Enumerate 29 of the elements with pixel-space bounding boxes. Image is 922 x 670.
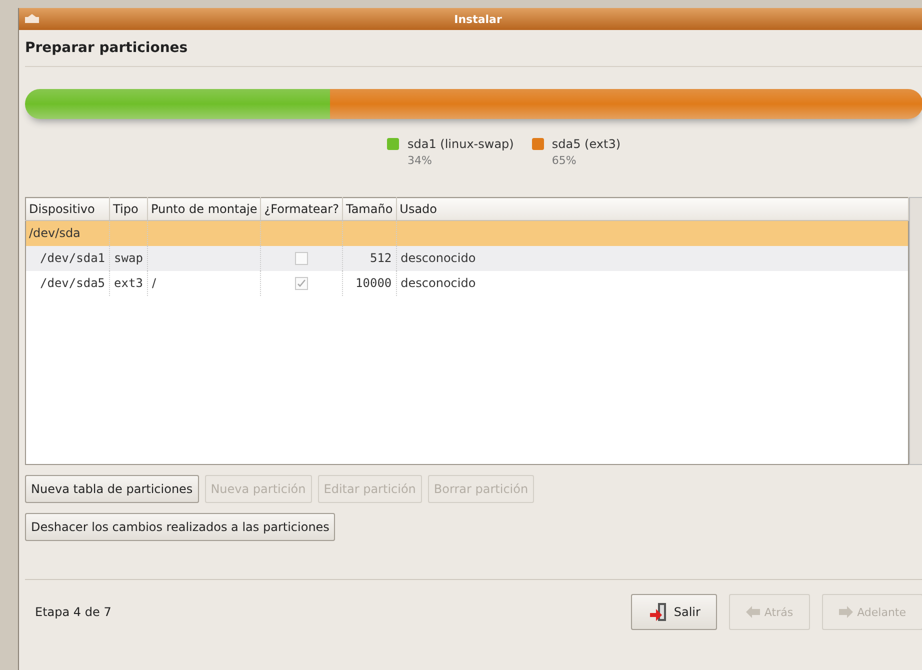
step-indicator: Etapa 4 de 7 xyxy=(35,605,112,619)
table-cell: / xyxy=(147,270,261,296)
column-header[interactable]: Tamaño xyxy=(342,198,396,220)
format-checkbox[interactable] xyxy=(295,252,308,266)
column-header[interactable]: Punto de montaje xyxy=(147,198,261,220)
legend-percent: 34% xyxy=(407,154,433,167)
table-cell: 10000 xyxy=(342,270,396,296)
table-cell: /dev/sda5 xyxy=(26,270,110,296)
legend-label: sda5 (ext3) xyxy=(552,137,621,151)
wizard-button[interactable]: Salir xyxy=(630,594,718,630)
column-header[interactable]: Tipo xyxy=(110,198,148,220)
legend-percent: 65% xyxy=(552,154,578,167)
right-arrow-icon xyxy=(839,606,854,618)
toolbar-button[interactable]: Nueva tabla de particiones xyxy=(25,475,199,503)
table-row[interactable]: /dev/sda5 ext3 / 10000 desconocido xyxy=(26,270,908,296)
window-menu-icon[interactable] xyxy=(25,14,39,24)
table-row[interactable]: /dev/sda1 swap 512 desconocido xyxy=(26,246,908,270)
left-arrow-icon xyxy=(746,606,760,618)
column-header[interactable]: ¿Formatear? xyxy=(260,198,342,220)
scrollbar[interactable] xyxy=(909,197,922,465)
column-header[interactable]: Usado xyxy=(396,198,908,220)
column-header[interactable]: Dispositivo xyxy=(26,198,110,220)
table-cell: ext3 xyxy=(110,270,148,296)
window-title: Instalar xyxy=(453,12,503,26)
page-heading: Preparar particiones xyxy=(25,36,922,67)
table-row[interactable]: /dev/sda xyxy=(26,220,908,246)
legend-label: sda1 (linux-swap) xyxy=(407,137,514,151)
format-checkbox[interactable] xyxy=(295,277,308,290)
undo-changes-button[interactable]: Deshacer los cambios realizados a las particiones xyxy=(25,513,336,541)
